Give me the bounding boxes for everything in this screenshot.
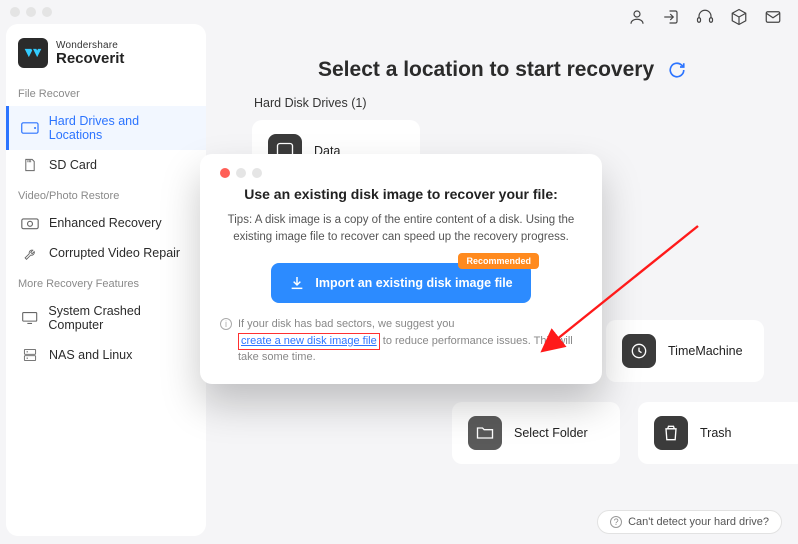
modal-tip-text: Tips: A disk image is a copy of the enti…: [220, 212, 582, 245]
sidebar-item-label: Enhanced Recovery: [49, 216, 162, 230]
section-title: Video/Photo Restore: [6, 180, 206, 208]
modal-traffic-lights: [220, 168, 582, 178]
maximize-icon[interactable]: [252, 168, 262, 178]
brand-title-line1: Wondershare: [56, 41, 124, 51]
footer-label: Can't detect your hard drive?: [628, 516, 769, 528]
sidebar-item-label: System Crashed Computer: [48, 304, 194, 332]
location-label: Select Folder: [514, 426, 588, 440]
traffic-dot[interactable]: [42, 7, 52, 17]
modal-footer-note: i If your disk has bad sectors, we sugge…: [220, 317, 582, 365]
location-card-trash[interactable]: Trash: [638, 402, 798, 464]
download-icon: [289, 275, 305, 291]
brand: Wondershare Recoverit: [6, 32, 206, 78]
trash-icon: [654, 416, 688, 450]
disk-image-modal: Use an existing disk image to recover yo…: [200, 154, 602, 384]
create-disk-image-link[interactable]: create a new disk image file: [241, 335, 377, 347]
refresh-icon[interactable]: [668, 61, 686, 79]
sidebar: Wondershare Recoverit File Recover Hard …: [6, 24, 206, 536]
button-label: Import an existing disk image file: [315, 276, 512, 290]
cant-detect-button[interactable]: ? Can't detect your hard drive?: [597, 510, 782, 534]
sidebar-item-enhanced-recovery[interactable]: Enhanced Recovery: [6, 208, 206, 238]
import-disk-image-button[interactable]: Import an existing disk image file Recom…: [271, 263, 531, 303]
section-title: More Recovery Features: [6, 268, 206, 296]
minimize-icon[interactable]: [236, 168, 246, 178]
info-icon: i: [220, 318, 232, 330]
sidebar-item-label: NAS and Linux: [49, 348, 132, 362]
traffic-dot[interactable]: [10, 7, 20, 17]
brand-logo-icon: [18, 38, 48, 68]
location-label: TimeMachine: [668, 344, 743, 358]
folder-icon: [468, 416, 502, 450]
sidebar-item-corrupted-video[interactable]: Corrupted Video Repair: [6, 238, 206, 268]
section-title: File Recover: [6, 78, 206, 106]
sidebar-item-hard-drives[interactable]: Hard Drives and Locations: [6, 106, 206, 150]
modal-title: Use an existing disk image to recover yo…: [220, 186, 582, 202]
monitor-icon: [21, 311, 38, 325]
location-card-timemachine[interactable]: TimeMachine: [606, 320, 764, 382]
sdcard-icon: [21, 158, 39, 172]
hdd-icon: [21, 121, 39, 135]
close-icon[interactable]: [220, 168, 230, 178]
page-title: Select a location to start recovery: [224, 58, 780, 82]
brand-title-line2: Recoverit: [56, 51, 124, 66]
camera-icon: [21, 216, 39, 230]
sidebar-item-label: SD Card: [49, 158, 97, 172]
sidebar-item-label: Hard Drives and Locations: [49, 114, 194, 142]
wrench-icon: [21, 246, 39, 260]
sidebar-item-nas-linux[interactable]: NAS and Linux: [6, 340, 206, 370]
traffic-dot[interactable]: [26, 7, 36, 17]
sidebar-item-crashed-computer[interactable]: System Crashed Computer: [6, 296, 206, 340]
location-card-select-folder[interactable]: Select Folder: [452, 402, 620, 464]
drives-section-header: Hard Disk Drives (1): [254, 96, 780, 110]
sidebar-item-label: Corrupted Video Repair: [49, 246, 180, 260]
help-icon: ?: [610, 516, 622, 528]
recommended-badge: Recommended: [458, 253, 539, 269]
server-icon: [21, 348, 39, 362]
location-label: Trash: [700, 426, 732, 440]
sidebar-item-sdcard[interactable]: SD Card: [6, 150, 206, 180]
timemachine-icon: [622, 334, 656, 368]
